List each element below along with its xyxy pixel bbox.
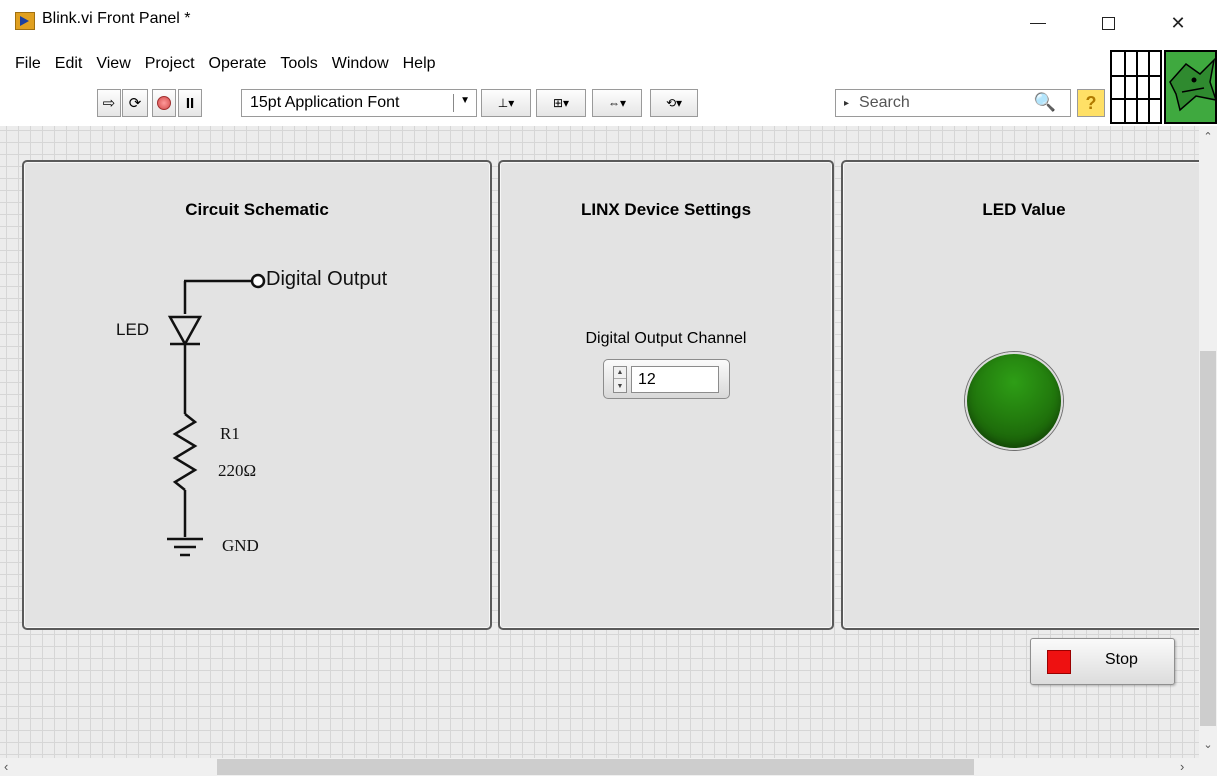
search-placeholder: Search [859, 94, 910, 111]
menu-help[interactable]: Help [396, 55, 443, 73]
toolbar: ⇨ ⟳ II 15pt Application Font ▼ ⊥▾ ⊞▾ ⇔▾ … [0, 84, 1217, 124]
dropdown-separator [453, 94, 454, 112]
connector-pane-icon[interactable] [1110, 50, 1162, 124]
vertical-scroll-thumb[interactable] [1200, 351, 1216, 726]
menu-operate[interactable]: Operate [202, 55, 274, 73]
front-panel: Circuit Schematic Digital Output LED R1 [0, 126, 1207, 758]
pause-icon: II [185, 94, 195, 112]
distribute-objects-button[interactable]: ⊞▾ [536, 89, 586, 117]
menu-edit[interactable]: Edit [48, 55, 90, 73]
scroll-up-icon[interactable]: ⌃ [1199, 130, 1217, 144]
stop-sign-icon [157, 96, 171, 110]
channel-stepper[interactable]: ▲ ▼ [613, 366, 627, 393]
lizard-icon [1169, 57, 1215, 112]
font-setting-label: 15pt Application Font [250, 94, 400, 111]
led-indicator [965, 352, 1063, 450]
menu-project[interactable]: Project [138, 55, 202, 73]
reorder-icon: ⟲▾ [665, 96, 683, 110]
menu-file[interactable]: File [8, 55, 48, 73]
run-button[interactable]: ⇨ [97, 89, 121, 117]
resistor-symbol [172, 413, 198, 491]
chevron-down-icon: ▼ [460, 95, 470, 106]
pause-button[interactable]: II [178, 89, 202, 117]
search-input[interactable]: ▸ Search 🔍 [835, 89, 1071, 117]
search-expand-icon[interactable]: ▸ [844, 98, 849, 109]
help-icon: ? [1085, 92, 1097, 113]
stop-button-label: Stop [1105, 651, 1138, 668]
close-icon: ✕ [1170, 12, 1186, 33]
circuit-schematic-section: Circuit Schematic Digital Output LED R1 [22, 160, 492, 630]
abort-execution-button[interactable] [152, 89, 176, 117]
led-value-section: LED Value [841, 160, 1207, 630]
title-bar: Blink.vi Front Panel * ✕ [0, 0, 1217, 48]
vi-icon[interactable] [1164, 50, 1217, 124]
digital-output-channel-control: ▲ ▼ 12 [603, 359, 730, 399]
linx-device-settings-title: LINX Device Settings [580, 200, 752, 219]
output-wire [183, 273, 266, 314]
align-objects-icon: ⊥▾ [497, 96, 515, 110]
horizontal-scroll-thumb[interactable] [217, 759, 974, 775]
menu-bar: File Edit View Project Operate Tools Win… [0, 48, 443, 80]
led-diode-symbol [167, 315, 203, 347]
maximize-button[interactable] [1085, 6, 1131, 40]
channel-value-field[interactable]: 12 [631, 366, 719, 393]
run-arrow-icon: ⇨ [102, 95, 116, 112]
menu-view[interactable]: View [89, 55, 137, 73]
scroll-right-icon[interactable]: › [1180, 759, 1184, 774]
run-continuously-icon: ⟳ [128, 95, 142, 112]
stop-indicator-light [1047, 650, 1071, 674]
minimize-button[interactable] [1015, 6, 1061, 40]
vertical-scrollbar[interactable]: ⌃ ⌄ [1199, 126, 1217, 758]
reorder-button[interactable]: ⟲▾ [650, 89, 698, 117]
resistor-name-label: R1 [220, 424, 240, 443]
digital-output-channel-label: Digital Output Channel [585, 330, 747, 347]
maximize-icon [1101, 16, 1115, 30]
ground-label: GND [222, 536, 259, 555]
resize-objects-button[interactable]: ⇔▾ [592, 89, 642, 117]
close-button[interactable]: ✕ [1155, 6, 1201, 40]
led-value-title: LED Value [982, 200, 1066, 219]
resize-objects-icon: ⇔▾ [607, 96, 627, 110]
led-label: LED [116, 320, 150, 339]
linx-device-settings-section: LINX Device Settings Digital Output Chan… [498, 160, 834, 630]
context-help-button[interactable]: ? [1077, 89, 1105, 117]
scroll-left-icon[interactable]: ‹ [4, 759, 8, 774]
align-objects-button[interactable]: ⊥▾ [481, 89, 531, 117]
horizontal-scrollbar[interactable]: ‹ › [0, 758, 1199, 776]
resistor-value-label: 220Ω [218, 461, 257, 480]
menu-tools[interactable]: Tools [273, 55, 324, 73]
decrement-arrow-icon[interactable]: ▼ [614, 380, 626, 392]
stop-button[interactable]: Stop [1030, 638, 1175, 685]
run-continuously-button[interactable]: ⟳ [122, 89, 148, 117]
scroll-down-icon[interactable]: ⌄ [1199, 738, 1217, 752]
digital-output-label: Digital Output [266, 268, 388, 290]
ground-symbol [167, 537, 203, 557]
labview-vi-icon [15, 12, 35, 30]
distribute-objects-icon: ⊞▾ [552, 96, 570, 110]
menu-window[interactable]: Window [325, 55, 396, 73]
text-settings-dropdown[interactable]: 15pt Application Font ▼ [241, 89, 477, 117]
search-icon[interactable]: 🔍 [1034, 92, 1056, 113]
window-title: Blink.vi Front Panel * [42, 10, 191, 27]
increment-arrow-icon[interactable]: ▲ [614, 367, 626, 379]
circuit-diagram [167, 273, 266, 557]
minimize-icon [1030, 22, 1046, 24]
resize-grip[interactable] [1199, 758, 1217, 776]
